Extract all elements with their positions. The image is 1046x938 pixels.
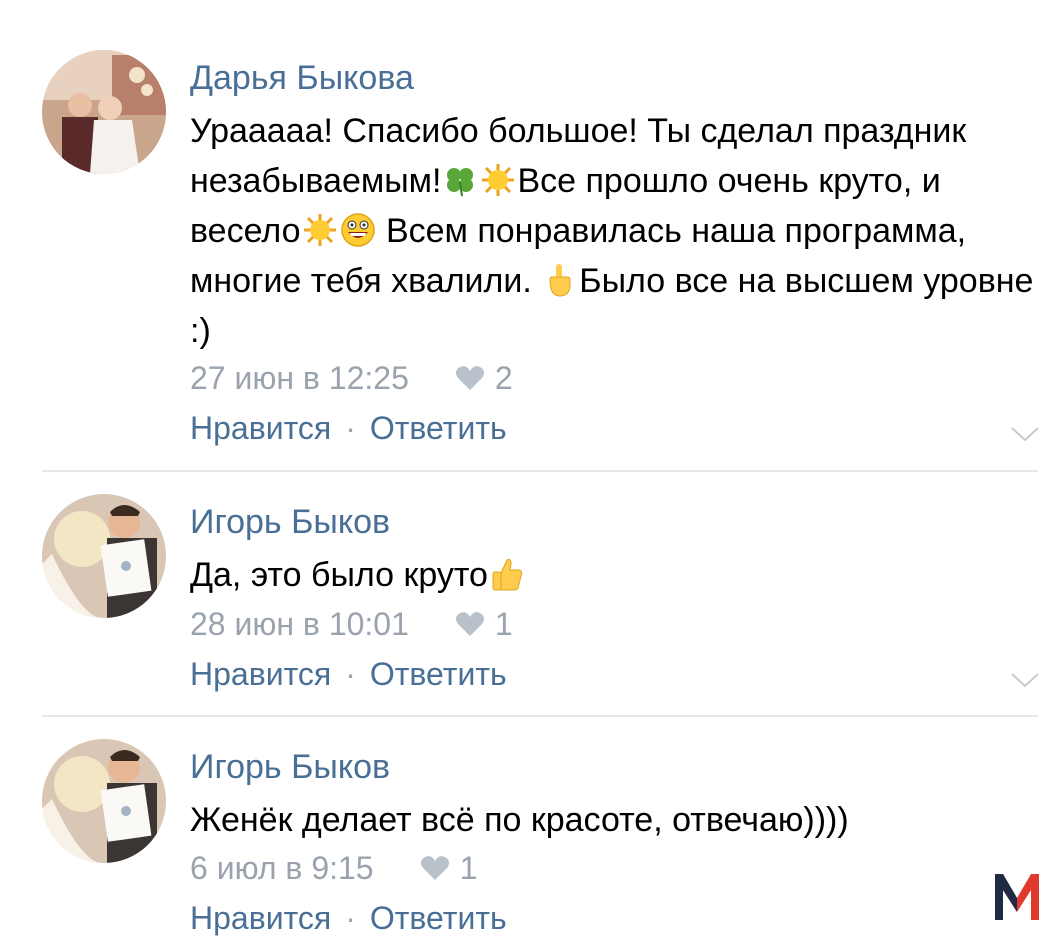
heart-icon: [455, 366, 484, 390]
thumbs-up-emoji: [492, 559, 523, 591]
like-button[interactable]: Нравится: [190, 410, 331, 446]
sun-emoji: [303, 214, 336, 246]
avatar[interactable]: [42, 50, 166, 174]
heart-icon: [420, 856, 449, 880]
comment-date[interactable]: 27 июн в 12:25: [190, 358, 409, 398]
pointing-down-emoji: [549, 264, 571, 297]
chevron-down-icon[interactable]: [1010, 425, 1040, 443]
divider: [42, 715, 1038, 717]
separator-dot: ·: [345, 656, 356, 692]
reply-button[interactable]: Ответить: [370, 900, 507, 936]
reply-button[interactable]: Ответить: [370, 410, 507, 446]
comment-actions: Нравится · Ответить: [190, 898, 507, 938]
comment-meta: 6 июл в 9:15 1: [190, 848, 477, 888]
avatar[interactable]: [42, 494, 166, 618]
likes-count: 1: [494, 606, 513, 642]
clover-emoji: [447, 168, 474, 197]
comment-author[interactable]: Дарья Быкова: [190, 58, 414, 98]
heart-icon: [455, 612, 484, 636]
comment-date[interactable]: 28 июн в 10:01: [190, 604, 409, 644]
comment-text-part: Женёк делает всё по красоте, отвечаю)))): [190, 801, 849, 839]
sun-emoji: [482, 164, 515, 196]
comment-actions: Нравится · Ответить: [190, 408, 507, 448]
avatar[interactable]: [42, 739, 166, 863]
comment-author[interactable]: Игорь Быков: [190, 502, 390, 542]
comment-text-part: Да, это было круто: [190, 556, 488, 594]
comment-author[interactable]: Игорь Быков: [190, 747, 390, 787]
likes-count: 2: [494, 360, 513, 396]
comment-meta: 27 июн в 12:25 2: [190, 358, 513, 398]
comment-text: Женёк делает всё по красоте, отвечаю)))): [190, 795, 1040, 845]
like-button[interactable]: Нравится: [190, 900, 331, 936]
like-button[interactable]: Нравится: [190, 656, 331, 692]
grinning-emoji: [340, 213, 375, 247]
comment-date[interactable]: 6 июл в 9:15: [190, 848, 374, 888]
logo-icon: [995, 874, 1039, 920]
separator-dot: ·: [345, 410, 356, 446]
comment-text: Да, это было круто: [190, 550, 1040, 600]
comment-actions: Нравится · Ответить: [190, 654, 507, 694]
divider: [42, 470, 1038, 472]
comment-meta: 28 июн в 10:01 1: [190, 604, 513, 644]
comment-text: Урааааа! Спасибо большое! Ты сделал праз…: [190, 106, 1040, 356]
chevron-down-icon[interactable]: [1010, 671, 1040, 689]
likes-count: 1: [459, 850, 478, 886]
reply-button[interactable]: Ответить: [370, 656, 507, 692]
separator-dot: ·: [345, 900, 356, 936]
